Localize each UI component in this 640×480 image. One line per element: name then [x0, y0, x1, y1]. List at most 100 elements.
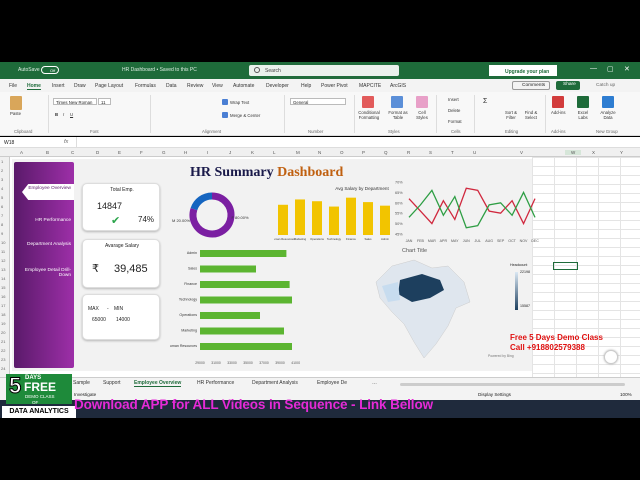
row-header[interactable]: 9: [1, 231, 3, 236]
col-header[interactable]: L: [273, 150, 276, 155]
menu-arcgis[interactable]: ArcGIS: [390, 83, 406, 89]
menu-home[interactable]: Home: [27, 83, 41, 90]
minimize-icon[interactable]: —: [590, 65, 597, 72]
insert-cells-button[interactable]: Insert: [448, 97, 459, 102]
row-header[interactable]: 19: [1, 321, 5, 326]
maximize-icon[interactable]: ▢: [607, 65, 614, 73]
row-header[interactable]: 14: [1, 276, 5, 281]
row-header[interactable]: 7: [1, 213, 3, 218]
col-header[interactable]: Q: [384, 150, 388, 155]
merge-icon[interactable]: [222, 112, 228, 118]
col-header-selected[interactable]: W: [565, 150, 582, 155]
col-header[interactable]: O: [340, 150, 344, 155]
col-header[interactable]: U: [473, 150, 476, 155]
row-header[interactable]: 1: [1, 159, 3, 164]
sheet-tab[interactable]: Employee De: [317, 380, 347, 386]
col-header[interactable]: J: [229, 150, 231, 155]
col-header[interactable]: T: [451, 150, 454, 155]
name-box[interactable]: W18: [4, 140, 14, 146]
find-select-button[interactable]: Find & Select: [522, 110, 540, 120]
sheet-tab[interactable]: Sample: [73, 380, 90, 386]
row-header[interactable]: 17: [1, 303, 5, 308]
catchup-button[interactable]: Catch up: [596, 83, 615, 88]
autosum-icon[interactable]: Σ: [483, 98, 487, 105]
menu-data[interactable]: Data: [166, 83, 177, 89]
row-header[interactable]: 21: [1, 339, 5, 344]
wrap-text-button[interactable]: Wrap Text: [230, 100, 249, 105]
search-box[interactable]: Search: [249, 65, 399, 76]
close-icon[interactable]: ✕: [624, 65, 630, 73]
col-header[interactable]: X: [592, 150, 595, 155]
row-header[interactable]: 13: [1, 267, 5, 272]
col-header[interactable]: G: [162, 150, 166, 155]
col-header[interactable]: D: [96, 150, 99, 155]
col-header[interactable]: S: [429, 150, 432, 155]
menu-developer[interactable]: Developer: [266, 83, 289, 89]
format-table-button[interactable]: Format as Table: [387, 110, 409, 120]
analyze-data-icon[interactable]: [602, 96, 614, 108]
col-header[interactable]: C: [71, 150, 74, 155]
row-header[interactable]: 23: [1, 357, 5, 362]
col-header[interactable]: N: [318, 150, 321, 155]
comments-button[interactable]: Comments: [512, 81, 550, 90]
formula-input[interactable]: [76, 137, 636, 147]
col-header[interactable]: H: [184, 150, 187, 155]
menu-view[interactable]: View: [212, 83, 223, 89]
menu-formulas[interactable]: Formulas: [135, 83, 156, 89]
autosave-toggle[interactable]: Off: [41, 66, 59, 74]
wrap-text-icon[interactable]: [222, 99, 228, 105]
sheet-tab-more-icon[interactable]: …: [372, 380, 377, 386]
sheet-tab-active[interactable]: Employee Overview: [134, 380, 182, 387]
col-header[interactable]: B: [46, 150, 49, 155]
row-header[interactable]: 8: [1, 222, 3, 227]
underline-button[interactable]: U: [70, 112, 73, 117]
row-header[interactable]: 18: [1, 312, 5, 317]
row-header[interactable]: 11: [1, 249, 5, 254]
row-header[interactable]: 3: [1, 177, 3, 182]
col-header[interactable]: A: [20, 150, 23, 155]
row-header[interactable]: 6: [1, 204, 3, 209]
display-settings[interactable]: Display Settings: [478, 392, 511, 397]
row-header[interactable]: 22: [1, 348, 5, 353]
sort-filter-button[interactable]: Sort & Filter: [502, 110, 520, 120]
col-header[interactable]: I: [207, 150, 208, 155]
horizontal-scrollbar[interactable]: [400, 383, 625, 386]
nav-employee-overview[interactable]: Employee Overview: [22, 184, 74, 200]
number-format-select[interactable]: General: [290, 98, 346, 105]
paste-icon[interactable]: [10, 96, 22, 110]
row-header[interactable]: 4: [1, 186, 3, 191]
delete-cells-button[interactable]: Delete: [448, 108, 460, 113]
menu-draw[interactable]: Draw: [74, 83, 86, 89]
row-header[interactable]: 10: [1, 240, 5, 245]
row-header[interactable]: 2: [1, 168, 3, 173]
row-header[interactable]: 15: [1, 285, 5, 290]
row-header[interactable]: 12: [1, 258, 5, 263]
font-name-select[interactable]: Times New Roman: [53, 98, 97, 105]
excel-labs-button[interactable]: Excel Labs: [573, 110, 593, 120]
menu-automate[interactable]: Automate: [233, 83, 254, 89]
col-header[interactable]: V: [520, 150, 523, 155]
italic-button[interactable]: I: [63, 112, 64, 117]
zoom-level[interactable]: 100%: [620, 392, 632, 397]
sheet-tab[interactable]: Support: [103, 380, 121, 386]
menu-insert[interactable]: Insert: [52, 83, 65, 89]
analyze-data-button[interactable]: Analyze Data: [598, 110, 618, 120]
paste-label[interactable]: Paste: [10, 111, 21, 116]
format-table-icon[interactable]: [391, 96, 403, 108]
col-header[interactable]: M: [296, 150, 300, 155]
menu-help[interactable]: Help: [301, 83, 311, 89]
menu-power-pivot[interactable]: Power Pivot: [321, 83, 348, 89]
copilot-icon[interactable]: [604, 350, 618, 364]
format-cells-button[interactable]: Format: [448, 119, 462, 124]
row-header[interactable]: 5: [1, 195, 3, 200]
menu-mapcite[interactable]: MAPCITE: [359, 83, 381, 89]
selected-cell[interactable]: [553, 262, 578, 270]
merge-button[interactable]: Merge & Center: [230, 113, 260, 118]
col-header[interactable]: R: [407, 150, 410, 155]
col-header[interactable]: E: [118, 150, 121, 155]
col-header[interactable]: F: [140, 150, 143, 155]
col-header[interactable]: K: [251, 150, 254, 155]
share-button[interactable]: Share: [556, 81, 580, 90]
row-header[interactable]: 20: [1, 330, 5, 335]
font-size-select[interactable]: 11: [98, 98, 111, 105]
